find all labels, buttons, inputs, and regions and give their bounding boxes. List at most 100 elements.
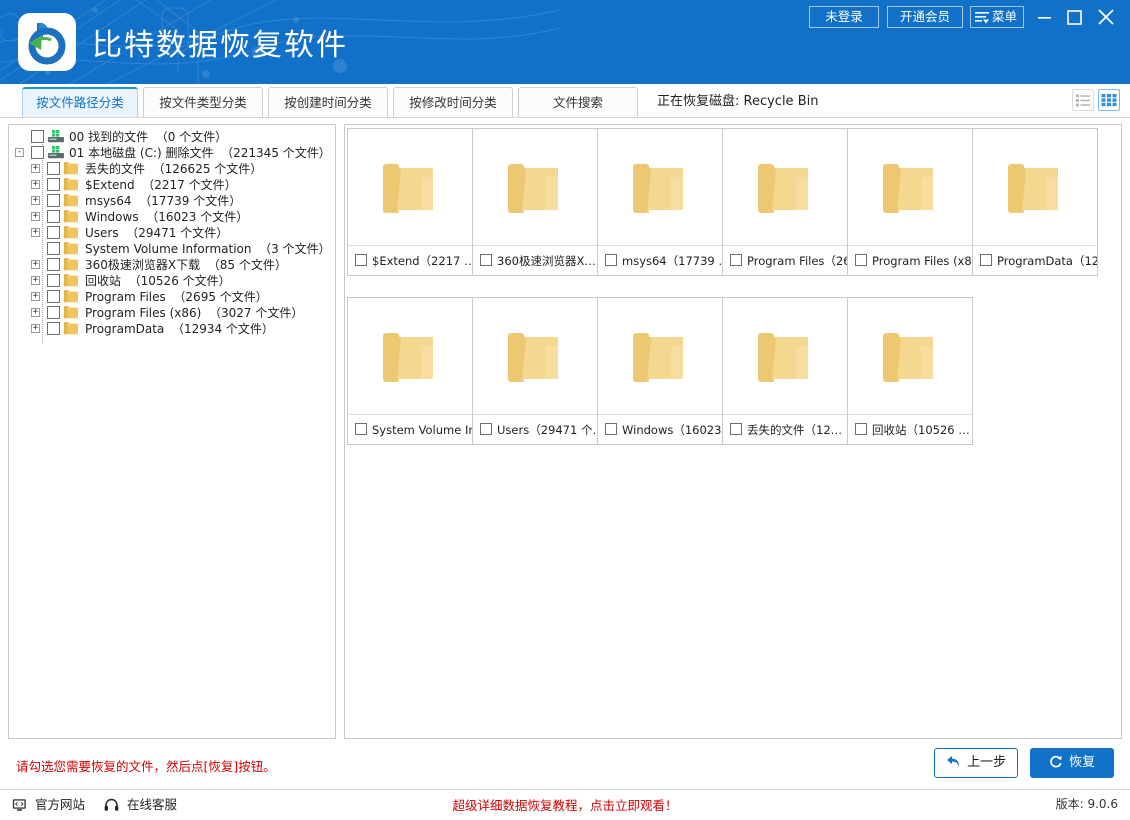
tree-node-checkbox[interactable] [31, 146, 44, 159]
tile-checkbox[interactable] [480, 423, 492, 435]
tree-node[interactable]: + Users （29471 个文件） [9, 225, 329, 241]
tile-checkbox[interactable] [980, 254, 992, 266]
tile-caption: Users（29471 个… [473, 416, 597, 444]
file-tile[interactable]: Users（29471 个… [472, 297, 598, 445]
tree-node-label: Users （29471 个文件） [85, 225, 228, 241]
file-tile[interactable]: $Extend（2217 … [347, 128, 473, 276]
tree-node-checkbox[interactable] [47, 290, 60, 303]
file-tile[interactable]: 360极速浏览器X… [472, 128, 598, 276]
menu-icon [975, 11, 991, 31]
minimize-button[interactable] [1030, 4, 1058, 30]
tree-expander-icon[interactable]: + [31, 308, 40, 317]
tree-node-count: （10526 个文件） [129, 274, 231, 288]
tree-node[interactable]: +ProgramData （12934 个文件） [9, 321, 329, 337]
tree-expander-icon[interactable]: + [31, 212, 40, 221]
tree-expander-icon[interactable]: + [31, 324, 40, 333]
tree-node-checkbox[interactable] [47, 226, 60, 239]
tree-node[interactable]: +Windows （16023 个文件） [9, 209, 329, 225]
file-grid-panel[interactable]: $Extend（2217 …360极速浏览器X…msys64（17739 …Pr… [344, 124, 1122, 739]
tree-expander-icon[interactable]: - [15, 148, 24, 157]
tree-node-name: 01 本地磁盘 (C:) 删除文件 [69, 146, 214, 160]
page-title: 比特数据恢复软件 [92, 20, 348, 64]
tree-expander-icon[interactable]: + [31, 228, 40, 237]
tree-node-checkbox[interactable] [47, 242, 60, 255]
tile-checkbox[interactable] [730, 254, 742, 266]
tree-expander-icon[interactable]: + [31, 180, 40, 189]
file-tile[interactable]: ProgramData（12… [972, 128, 1098, 276]
file-tile[interactable]: 回收站（10526 … [847, 297, 973, 445]
tree-node-checkbox[interactable] [31, 130, 44, 143]
tab-by-create-time[interactable]: 按创建时间分类 [268, 87, 388, 117]
status-bar: 超级详细数据恢复教程，点击立即观看！ 官方网站 在线客服 版本: 9.0.6 [0, 789, 1130, 820]
tree-node[interactable]: + Program Files （2695 个文件） [9, 289, 329, 305]
tile-checkbox[interactable] [730, 423, 742, 435]
file-tile[interactable]: Windows（16023 … [597, 297, 723, 445]
grid-view-button[interactable] [1098, 89, 1120, 111]
maximize-button[interactable] [1060, 4, 1088, 30]
tab-by-file-path[interactable]: 按文件路径分类 [22, 87, 138, 117]
tree-node[interactable]: +360极速浏览器X下载 （85 个文件） [9, 257, 329, 273]
tree-node[interactable]: +Program Files (x86) （3027 个文件） [9, 305, 329, 321]
tile-checkbox[interactable] [605, 423, 617, 435]
tree-node-label: 360极速浏览器X下载 （85 个文件） [85, 257, 287, 273]
file-tile[interactable]: msys64（17739 … [597, 128, 723, 276]
tree-node-label: System Volume Information （3 个文件） [85, 241, 331, 257]
close-button[interactable] [1092, 4, 1120, 30]
previous-step-label: 上一步 [967, 755, 1006, 770]
tree-expander-icon[interactable]: + [31, 276, 40, 285]
list-view-button[interactable] [1072, 89, 1094, 111]
tree-node-checkbox[interactable] [47, 178, 60, 191]
tile-checkbox[interactable] [355, 423, 367, 435]
tile-checkbox[interactable] [855, 254, 867, 266]
tile-thumbnail [848, 129, 972, 246]
tree-node[interactable]: +$Extend （2217 个文件） [9, 177, 329, 193]
recover-button[interactable]: 恢复 [1030, 748, 1114, 778]
open-membership-button[interactable]: 开通会员 [887, 6, 963, 28]
tile-checkbox[interactable] [480, 254, 492, 266]
tree-expander-icon[interactable]: + [31, 292, 40, 301]
tree-node[interactable]: 00 找到的文件 （0 个文件） [9, 129, 329, 145]
headset-icon [104, 800, 123, 815]
tree-node-checkbox[interactable] [47, 306, 60, 319]
tile-caption: 丢失的文件（12… [723, 416, 847, 444]
file-tile[interactable]: 丢失的文件（12… [722, 297, 848, 445]
tree-node-label: msys64 （17739 个文件） [85, 193, 241, 209]
official-website-link[interactable]: 官方网站 [12, 795, 85, 815]
tree-node[interactable]: + msys64 （17739 个文件） [9, 193, 329, 209]
file-tile[interactable]: Program Files（26… [722, 128, 848, 276]
tile-caption-label: msys64（17739 … [622, 254, 722, 268]
tree-node-checkbox[interactable] [47, 258, 60, 271]
previous-step-button[interactable]: 上一步 [934, 748, 1018, 778]
tree-node-name: Users [85, 226, 119, 240]
tree-node-count: （2695 个文件） [173, 290, 267, 304]
tree-node[interactable]: +回收站 （10526 个文件） [9, 273, 329, 289]
file-tile[interactable]: Program Files (x8… [847, 128, 973, 276]
tile-caption-label: Users（29471 个… [497, 423, 597, 437]
menu-button-label: 菜单 [992, 9, 1017, 24]
tree-node[interactable]: +丢失的文件 （126625 个文件） [9, 161, 329, 177]
tree-node-checkbox[interactable] [47, 274, 60, 287]
tree-node-name: 00 找到的文件 [69, 130, 148, 144]
menu-button[interactable]: 菜单 [970, 6, 1024, 28]
tab-by-modify-time[interactable]: 按修改时间分类 [393, 87, 513, 117]
tab-file-search[interactable]: 文件搜索 [518, 87, 638, 117]
online-service-link[interactable]: 在线客服 [104, 795, 177, 815]
tree-expander-icon[interactable]: + [31, 196, 40, 205]
folder-tree-panel[interactable]: 00 找到的文件 （0 个文件）-01 本地磁盘 (C:) 删除文件 （2213… [8, 124, 336, 739]
tree-node-checkbox[interactable] [47, 322, 60, 335]
tree-node-checkbox[interactable] [47, 162, 60, 175]
tab-by-file-type[interactable]: 按文件类型分类 [143, 87, 263, 117]
tree-expander-icon[interactable]: + [31, 260, 40, 269]
tile-checkbox[interactable] [355, 254, 367, 266]
tile-checkbox[interactable] [605, 254, 617, 266]
tree-node-checkbox[interactable] [47, 194, 60, 207]
tree-expander-icon[interactable]: + [31, 164, 40, 173]
tree-node[interactable]: System Volume Information （3 个文件） [9, 241, 329, 257]
login-button[interactable]: 未登录 [809, 6, 879, 28]
tree-node[interactable]: -01 本地磁盘 (C:) 删除文件 （221345 个文件） [9, 145, 329, 161]
tree-node-name: Program Files [85, 290, 166, 304]
tree-node-checkbox[interactable] [47, 210, 60, 223]
tile-checkbox[interactable] [855, 423, 867, 435]
folder-icon [64, 322, 79, 339]
file-tile[interactable]: System Volume In… [347, 297, 473, 445]
